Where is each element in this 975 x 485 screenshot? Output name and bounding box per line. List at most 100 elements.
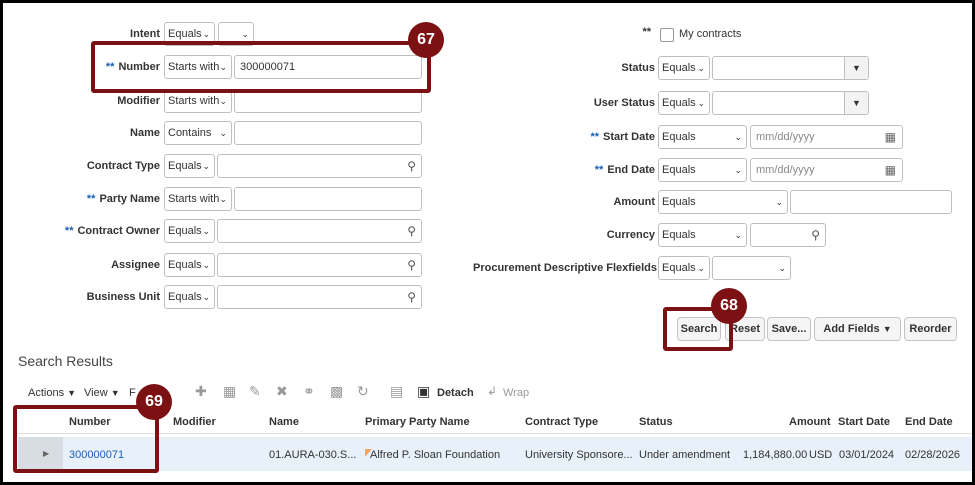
row-end-date: 02/28/2026 (905, 449, 961, 461)
column-header-contract-type[interactable]: Contract Type (525, 416, 598, 428)
column-header-primary-party-name[interactable]: Primary Party Name (365, 416, 470, 428)
view-menu[interactable]: View ▼ (84, 387, 120, 399)
export-icon[interactable]: ▩ (330, 383, 343, 400)
calendar-icon[interactable]: ▦ (885, 126, 896, 148)
detach-button[interactable]: Detach (437, 387, 474, 399)
column-header-start-date[interactable]: Start Date (838, 416, 890, 428)
chevron-down-icon: ⌄ (202, 161, 210, 171)
column-header-status[interactable]: Status (639, 416, 673, 428)
column-header-end-date[interactable]: End Date (905, 416, 953, 428)
name-operator-select[interactable]: Contains ⌄ (164, 121, 232, 145)
column-header-name[interactable]: Name (269, 416, 299, 428)
dropdown-arrow-icon: ▼ (110, 388, 120, 398)
business-unit-label: Business Unit (86, 291, 160, 303)
assignee-input[interactable]: ⚲ (217, 253, 422, 277)
contract-type-operator-select[interactable]: Equals ⌄ (164, 154, 215, 178)
search-icon[interactable]: ⚲ (407, 286, 416, 308)
row-amount: 1,184,880.00 (743, 449, 808, 461)
reorder-button[interactable]: Reorder (904, 317, 957, 341)
end-date-operator-select[interactable]: Equals ⌄ (658, 158, 747, 182)
row-currency: USD (809, 449, 833, 461)
chevron-down-icon: ⌄ (734, 165, 742, 175)
assignee-label: Assignee (111, 259, 160, 271)
intent-label: Intent (130, 28, 160, 40)
chevron-down-icon: ⌄ (219, 194, 227, 204)
my-contracts-checkbox[interactable] (660, 28, 674, 42)
contract-owner-input[interactable]: ⚲ (217, 219, 422, 243)
row-start-date: 03/01/2024 (839, 449, 895, 461)
detach-icon[interactable]: ▣ (417, 383, 430, 400)
end-date-input[interactable]: mm/dd/yyyy ▦ (750, 158, 903, 182)
party-name-label: ** Party Name (86, 193, 160, 205)
chevron-down-icon: ⌄ (219, 128, 227, 138)
flexfields-value-select[interactable]: ⌄ (712, 256, 791, 280)
amount-input[interactable] (790, 190, 952, 214)
name-input[interactable] (234, 121, 422, 145)
row-contract-type: University Sponsore... (525, 449, 633, 461)
refresh-icon[interactable]: ↻ (357, 383, 369, 400)
actions-menu[interactable]: Actions ▼ (28, 387, 76, 399)
search-icon[interactable]: ⚲ (407, 220, 416, 242)
start-date-operator-select[interactable]: Equals ⌄ (658, 125, 747, 149)
dropdown-arrow-icon[interactable]: ▼ (844, 92, 868, 114)
flexfields-label: Procurement Descriptive Flexfields (473, 262, 658, 274)
column-header-modifier[interactable]: Modifier (173, 416, 216, 428)
save-button[interactable]: Save... (767, 317, 811, 341)
status-value-select[interactable]: ▼ (712, 56, 869, 80)
callout-badge-68: 68 (711, 288, 747, 324)
cancel-icon[interactable]: ✖ (276, 383, 288, 400)
add-fields-button[interactable]: Add Fields ▼ (814, 317, 901, 341)
view-icon[interactable]: ⚭ (303, 383, 315, 400)
currency-input[interactable]: ⚲ (750, 223, 826, 247)
dropdown-arrow-icon[interactable]: ▼ (844, 57, 868, 79)
chevron-down-icon: ⌄ (202, 292, 210, 302)
business-unit-input[interactable]: ⚲ (217, 285, 422, 309)
column-header-amount[interactable]: Amount (789, 416, 831, 428)
status-label: Status (621, 62, 655, 74)
chevron-down-icon: ⌄ (202, 226, 210, 236)
delete-icon[interactable]: ▦ (223, 383, 236, 400)
required-indicator: ** (594, 164, 604, 176)
business-unit-operator-select[interactable]: Equals ⌄ (164, 285, 215, 309)
start-date-input[interactable]: mm/dd/yyyy ▦ (750, 125, 903, 149)
user-status-value-select[interactable]: ▼ (712, 91, 869, 115)
dropdown-arrow-icon: ▼ (882, 324, 892, 334)
contract-type-input[interactable]: ⚲ (217, 154, 422, 178)
calendar-icon[interactable]: ▦ (885, 159, 896, 181)
edit-icon[interactable]: ✎ (249, 383, 261, 400)
chevron-down-icon: ⌄ (219, 96, 227, 106)
freeze-icon[interactable]: ▤ (390, 383, 403, 400)
contract-type-label: Contract Type (86, 160, 160, 172)
chevron-down-icon: ⌄ (734, 132, 742, 142)
add-icon[interactable]: ✚ (195, 383, 207, 400)
search-icon[interactable]: ⚲ (407, 254, 416, 276)
wrap-button: Wrap (503, 387, 530, 399)
contract-owner-operator-select[interactable]: Equals ⌄ (164, 219, 215, 243)
user-status-label: User Status (593, 97, 655, 109)
currency-operator-select[interactable]: Equals ⌄ (658, 223, 747, 247)
flexfields-operator-select[interactable]: Equals ⌄ (658, 256, 710, 280)
chevron-down-icon: ⌄ (734, 230, 742, 240)
format-menu[interactable]: F (129, 387, 136, 399)
search-icon[interactable]: ⚲ (811, 224, 820, 246)
party-name-input[interactable] (234, 187, 422, 211)
user-status-operator-select[interactable]: Equals ⌄ (658, 91, 710, 115)
my-contracts-label: My contracts (679, 28, 742, 40)
end-date-label: ** End Date (594, 164, 655, 176)
required-indicator: ** (64, 225, 74, 237)
contract-owner-label: ** Contract Owner (64, 225, 160, 237)
callout-box-69 (13, 405, 159, 473)
chevron-down-icon: ⌄ (697, 263, 705, 273)
party-name-operator-select[interactable]: Starts with ⌄ (164, 187, 232, 211)
assignee-operator-select[interactable]: Equals ⌄ (164, 253, 215, 277)
start-date-label: ** Start Date (590, 131, 655, 143)
currency-label: Currency (606, 229, 655, 241)
search-icon[interactable]: ⚲ (407, 155, 416, 177)
status-operator-select[interactable]: Equals ⌄ (658, 56, 710, 80)
amount-operator-select[interactable]: Equals ⌄ (658, 190, 788, 214)
chevron-down-icon: ⌄ (202, 260, 210, 270)
required-indicator: ** (86, 193, 96, 205)
callout-badge-69: 69 (136, 384, 172, 420)
chevron-down-icon: ⌄ (778, 263, 786, 273)
row-primary-party-name: Alfred P. Sloan Foundation (370, 449, 501, 461)
